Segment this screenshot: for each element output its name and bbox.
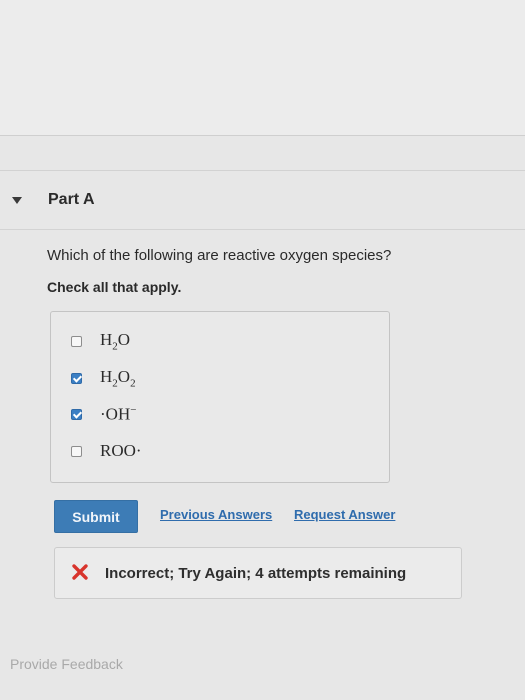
feedback-message: Incorrect; Try Again; 4 attempts remaini… [105, 565, 407, 582]
checkbox[interactable] [71, 335, 82, 347]
question-prompt: Which of the following are reactive oxyg… [47, 247, 392, 264]
x-icon [71, 563, 89, 581]
choice-h2o[interactable]: H2O [71, 329, 130, 353]
checkbox-checked[interactable] [71, 408, 82, 420]
part-a-header[interactable]: Part A [0, 171, 525, 229]
choices-box: H2O H2O2 ·OH− ROO· [50, 311, 390, 483]
caret-down-icon[interactable] [12, 197, 22, 204]
question-instruction: Check all that apply. [47, 279, 182, 295]
choice-label: ·OH− [100, 403, 137, 424]
previous-content-area [0, 0, 525, 135]
divider [0, 229, 525, 230]
choice-h2o2[interactable]: H2O2 [71, 366, 136, 390]
request-answer-link[interactable]: Request Answer [294, 507, 395, 522]
part-title: Part A [48, 191, 95, 208]
checkbox-checked[interactable] [71, 372, 82, 384]
checkbox[interactable] [71, 445, 82, 457]
previous-answers-link[interactable]: Previous Answers [160, 507, 272, 522]
divider [0, 135, 525, 136]
feedback-box: Incorrect; Try Again; 4 attempts remaini… [54, 547, 462, 599]
choice-label: H2O2 [100, 366, 136, 390]
choice-label: H2O [100, 329, 131, 353]
choice-oh[interactable]: ·OH− [71, 402, 136, 426]
provide-feedback-link[interactable]: Provide Feedback [10, 656, 123, 672]
submit-button[interactable]: Submit [54, 500, 138, 533]
choice-roo[interactable]: ROO· [71, 439, 142, 463]
choice-label: ROO· [100, 441, 142, 460]
